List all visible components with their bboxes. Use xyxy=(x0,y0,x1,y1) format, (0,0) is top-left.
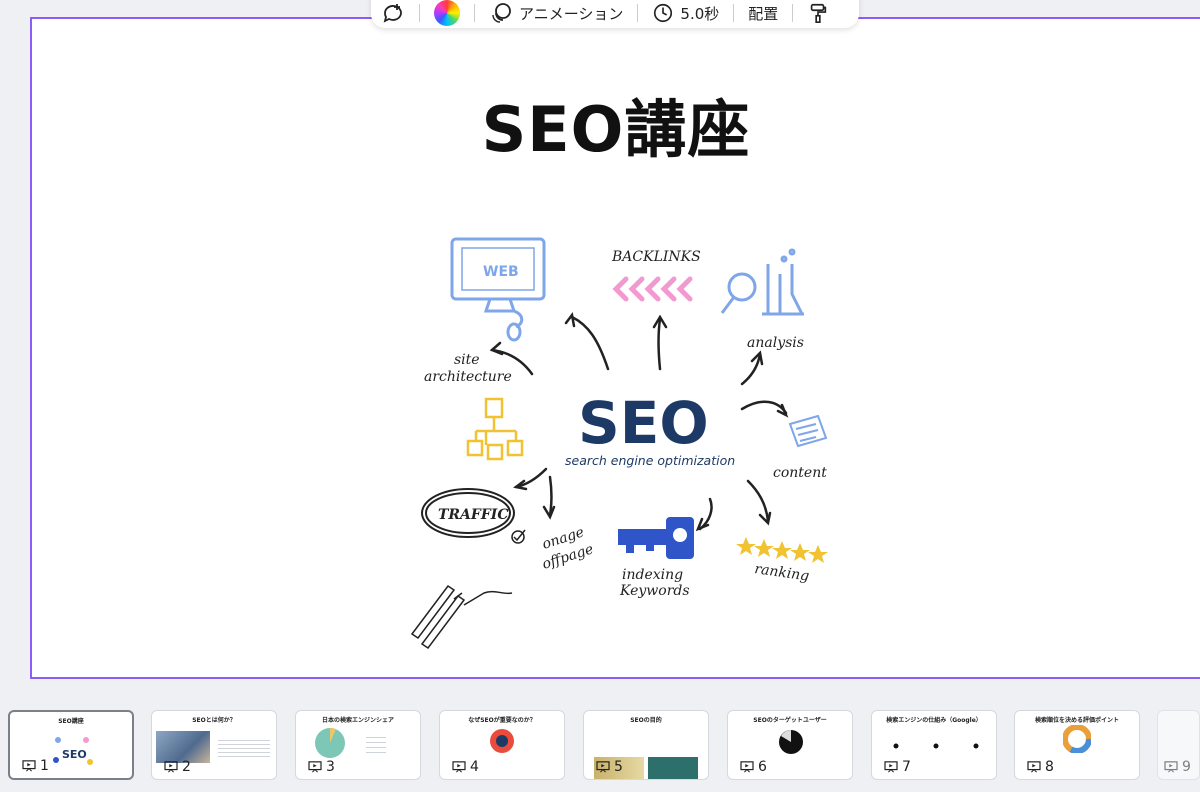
clock-icon xyxy=(654,3,673,23)
thumbnail-number: 1 xyxy=(22,758,49,774)
thumbnail-donut-chart xyxy=(1063,725,1091,753)
svg-text:SEO: SEO xyxy=(62,748,87,761)
thumbnail-title: SEOの目的 xyxy=(630,717,662,724)
slideshow-icon xyxy=(1164,761,1178,773)
slide-thumbnail-8[interactable]: 検索順位を決める評価ポイント 8 xyxy=(1014,710,1140,780)
sitemap-icon xyxy=(466,397,524,461)
indexing-label: indexing xyxy=(622,567,683,583)
thumbnail-number: 3 xyxy=(308,759,335,775)
thumbnail-pie-chart xyxy=(315,727,345,758)
thumbnail-number: 5 xyxy=(596,759,623,775)
slideshow-icon xyxy=(452,761,466,773)
thumbnail-title: 日本の検索エンジンシェア xyxy=(321,717,394,724)
color-wheel-icon xyxy=(434,0,460,26)
slide-thumbnail-2[interactable]: SEOとは何か？ 2 xyxy=(151,710,277,780)
backlinks-chevrons-icon xyxy=(612,276,693,302)
backlinks-label: BACKLINKS xyxy=(611,249,701,265)
web-monitor-icon xyxy=(450,237,546,342)
ranking-label: ranking xyxy=(753,561,810,585)
slideshow-icon xyxy=(596,761,610,773)
thumbnail-title: SEO講座 xyxy=(58,718,84,725)
slideshow-icon xyxy=(740,761,754,773)
duration-button[interactable]: 5.0秒 xyxy=(652,0,719,28)
thumbnail-text-lines xyxy=(366,733,386,757)
thumbnail-dots xyxy=(893,743,979,749)
slide-title[interactable]: SEO講座 xyxy=(32,79,1200,169)
seo-center-title: SEO xyxy=(578,389,709,457)
position-button[interactable]: 配置 xyxy=(748,0,778,28)
thumbnail-preview: SEO xyxy=(53,737,93,765)
slide-thumbnail-4[interactable]: なぜSEOが重要なのか？ 4 xyxy=(439,710,565,780)
checkmark-circle-icon xyxy=(511,529,526,544)
slideshow-icon xyxy=(308,761,322,773)
web-label: WEB xyxy=(483,264,519,280)
slide-thumbnail-5[interactable]: SEOの目的 5 xyxy=(583,710,709,780)
content-label: content xyxy=(773,465,827,481)
seo-illustration[interactable]: WEB BACKLINKS analysis site architecture xyxy=(382,219,842,649)
duration-label: 5.0秒 xyxy=(680,4,720,23)
analysis-lab-icon xyxy=(720,248,804,316)
key-icon xyxy=(618,517,694,559)
thumbnail-number: 6 xyxy=(740,759,767,775)
slideshow-icon xyxy=(164,761,178,773)
toolbar-divider xyxy=(637,4,639,22)
toolbar-divider xyxy=(419,4,420,22)
paint-roller-icon xyxy=(811,3,827,23)
thumbnail-number: 9 xyxy=(1164,759,1191,775)
pencils-icon xyxy=(410,584,513,649)
animation-button[interactable]: アニメーション xyxy=(489,0,623,28)
animation-icon xyxy=(492,3,511,23)
format-painter-button[interactable] xyxy=(807,0,829,28)
slide-thumbnail-9[interactable]: 9 xyxy=(1157,710,1200,780)
thumbnail-pie-chart xyxy=(779,730,803,754)
ranking-stars-icon xyxy=(736,537,828,563)
animation-label: アニメーション xyxy=(519,4,624,23)
thumbnail-number: 7 xyxy=(884,759,911,775)
architecture-label: architecture xyxy=(424,369,512,385)
slide-canvas[interactable]: SEO講座 WEB BACKLINKS analysis site archit… xyxy=(30,17,1200,679)
thumbnail-number: 4 xyxy=(452,759,479,775)
slideshow-icon xyxy=(22,760,36,772)
thumbnail-text-lines xyxy=(218,737,270,759)
comment-add-icon[interactable] xyxy=(381,0,405,28)
slide-filmstrip: SEO講座 SEO 1 SEOとは何か？ 2 日本の検索エンジンシェア 3 なぜ… xyxy=(0,700,1200,792)
toolbar-divider xyxy=(474,4,475,22)
thumbnail-seo-badge xyxy=(490,729,514,753)
thumbnail-number: 8 xyxy=(1027,759,1054,775)
position-label: 配置 xyxy=(748,4,779,23)
slide-thumbnail-6[interactable]: SEOのターゲットユーザー 6 xyxy=(727,710,853,780)
traffic-label: TRAFFIC xyxy=(438,507,509,523)
content-document-icon xyxy=(788,414,828,448)
slide-thumbnail-7[interactable]: 検索エンジンの仕組み（Google） 7 xyxy=(871,710,997,780)
seo-center-subtitle: search engine optimization xyxy=(565,453,735,468)
color-picker-button[interactable] xyxy=(434,0,460,28)
thumbnail-title: SEOとは何か？ xyxy=(192,717,236,724)
floating-toolbar: アニメーション 5.0秒 配置 xyxy=(371,0,859,28)
toolbar-divider xyxy=(792,4,794,22)
thumbnail-teal-block xyxy=(648,757,698,779)
site-label: site xyxy=(454,352,480,368)
analysis-label: analysis xyxy=(747,335,804,351)
thumbnail-title: 検索エンジンの仕組み（Google） xyxy=(886,717,982,724)
toolbar-divider xyxy=(733,4,735,22)
slide-thumbnail-1[interactable]: SEO講座 SEO 1 xyxy=(8,710,134,780)
thumbnail-title: 検索順位を決める評価ポイント xyxy=(1034,717,1119,724)
slideshow-icon xyxy=(884,761,898,773)
thumbnail-title: なぜSEOが重要なのか？ xyxy=(468,717,536,724)
keywords-label: Keywords xyxy=(619,583,690,599)
thumbnail-number: 2 xyxy=(164,759,191,775)
thumbnail-title: SEOのターゲットユーザー xyxy=(753,717,827,724)
slide-thumbnail-3[interactable]: 日本の検索エンジンシェア 3 xyxy=(295,710,421,780)
slideshow-icon xyxy=(1027,761,1041,773)
